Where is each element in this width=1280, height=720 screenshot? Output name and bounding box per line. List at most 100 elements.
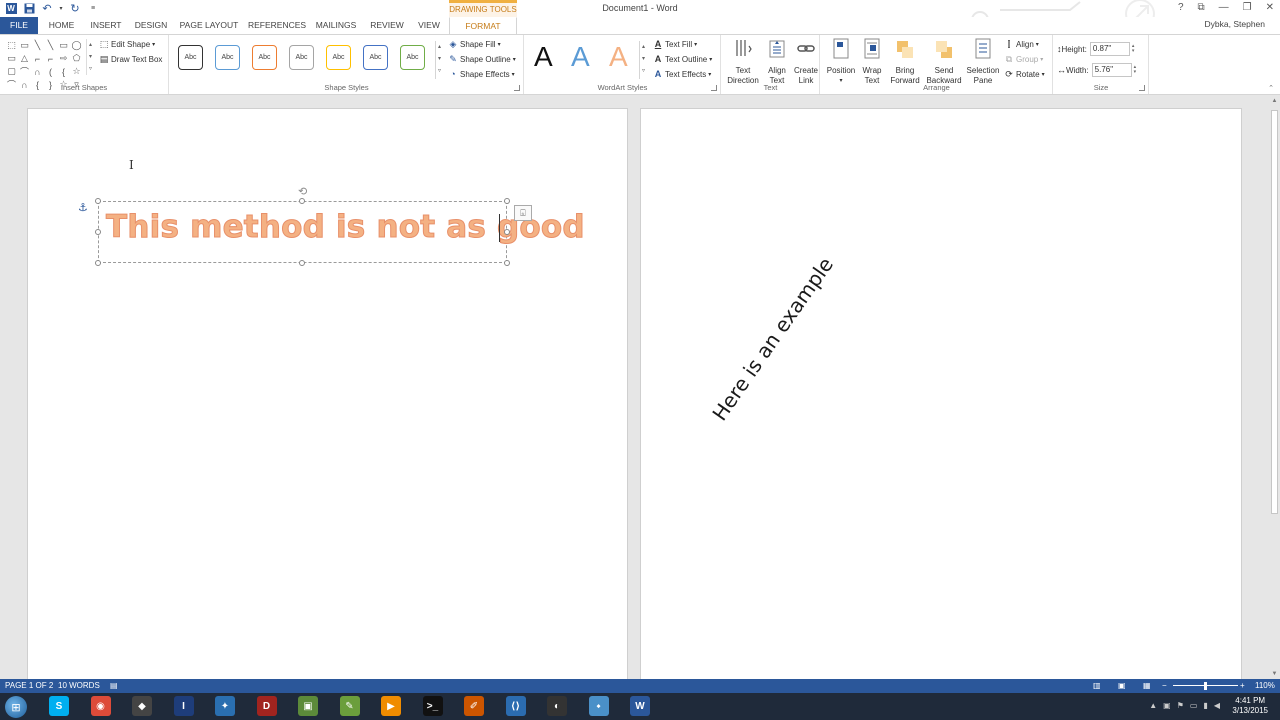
read-mode-icon[interactable]: ▥ (1093, 681, 1101, 690)
taskbar-app-icon[interactable]: ◆ (132, 696, 152, 716)
wordart-style-3[interactable]: A (609, 41, 628, 73)
minimize-icon[interactable]: — (1219, 2, 1229, 13)
tray-app-icon[interactable]: ▣ (1163, 701, 1171, 710)
taskbar-media-icon[interactable]: ▶ (381, 696, 401, 716)
shape-item[interactable]: ⬠ (70, 52, 83, 65)
align-button[interactable]: ⫿ Align ▾ (1004, 38, 1039, 50)
edit-shape-button[interactable]: ⬚ Edit Shape ▾ (99, 38, 155, 50)
tab-review[interactable]: REVIEW (366, 17, 408, 34)
resize-handle-sw[interactable] (95, 260, 101, 266)
clock[interactable]: 4:41 PM 3/13/2015 (1232, 696, 1268, 716)
shape-item[interactable]: ◯ (70, 39, 83, 52)
text-effects-button[interactable]: A Text Effects ▾ (653, 68, 711, 80)
shape-style-swatch[interactable]: Abc (215, 45, 240, 70)
resize-handle-e[interactable] (504, 229, 510, 235)
print-layout-icon[interactable]: ▣ (1118, 681, 1126, 690)
text-outline-button[interactable]: A Text Outline ▾ (653, 53, 713, 65)
shape-item[interactable]: ▭ (5, 52, 18, 65)
shape-item[interactable]: ▭ (57, 39, 70, 52)
taskbar-app-icon[interactable]: I (173, 696, 194, 716)
group-button[interactable]: ⧉ Group ▾ (1004, 53, 1043, 65)
web-layout-icon[interactable]: ▦ (1143, 681, 1151, 690)
wordart-style-2[interactable]: A (571, 41, 590, 73)
shape-item[interactable]: { (57, 65, 70, 78)
shape-item[interactable]: ⌐ (44, 52, 57, 65)
page-2[interactable]: Here is an example (640, 108, 1242, 688)
tab-home[interactable]: HOME (44, 17, 79, 34)
wordart-text-box[interactable]: ⟲ This method is not as good (95, 186, 585, 266)
rotated-text[interactable]: Here is an example (707, 253, 838, 425)
scrollbar-thumb[interactable] (1271, 110, 1278, 514)
tab-mailings[interactable]: MAILINGS (312, 17, 360, 34)
help-icon[interactable]: ? (1178, 2, 1184, 13)
text-fill-button[interactable]: A Text Fill ▾ (653, 38, 697, 50)
width-input[interactable]: 5.76" (1091, 63, 1132, 77)
shape-styles-gallery-scroll[interactable]: ▴ ▾ ▿ (435, 41, 443, 79)
collapse-ribbon-icon[interactable]: ⌃ (1268, 84, 1274, 92)
zoom-in-icon[interactable]: + (1240, 681, 1245, 690)
taskbar-editor-icon[interactable]: ✐ (464, 696, 484, 716)
dialog-launcher-icon[interactable] (514, 85, 520, 91)
resize-handle-ne[interactable] (504, 198, 510, 204)
proofing-icon[interactable]: ▤ (110, 681, 118, 690)
shape-style-swatch[interactable]: Abc (252, 45, 277, 70)
shape-effects-button[interactable]: ◔ Shape Effects ▾ (448, 68, 514, 80)
taskbar-cmd-icon[interactable]: >_ (422, 696, 443, 716)
shape-item[interactable]: ⇨ (57, 52, 70, 65)
wordart-style-1[interactable]: A (534, 41, 553, 73)
taskbar-dota-icon[interactable]: D (256, 696, 277, 716)
selection-pane-button[interactable]: Selection Pane (965, 38, 1001, 86)
shape-item[interactable]: ⬚ (5, 39, 18, 52)
width-spinner[interactable]: ▴ ▾ (1134, 65, 1137, 75)
dialog-launcher-icon[interactable] (711, 85, 717, 91)
scroll-up-icon[interactable]: ▲ (1269, 98, 1280, 104)
vertical-scrollbar[interactable]: ▲ ▼ (1269, 96, 1280, 679)
shape-style-swatch[interactable]: Abc (400, 45, 425, 70)
user-account[interactable]: Dybka, Stephen (1205, 19, 1265, 29)
page-count[interactable]: PAGE 1 OF 2 (5, 681, 53, 690)
shape-item[interactable]: ▭ (18, 39, 31, 52)
taskbar-notepad-icon[interactable]: ✎ (339, 696, 360, 716)
resize-handle-w[interactable] (95, 229, 101, 235)
resize-handle-n[interactable] (299, 198, 305, 204)
height-spinner[interactable]: ▴ ▾ (1132, 44, 1135, 54)
shape-style-swatch[interactable]: Abc (178, 45, 203, 70)
tab-file[interactable]: FILE (0, 17, 38, 34)
tab-view[interactable]: VIEW (414, 17, 444, 34)
signal-icon[interactable]: ▮ (1203, 701, 1207, 710)
tab-page-layout[interactable]: PAGE LAYOUT (176, 17, 242, 34)
dialog-launcher-icon[interactable] (1139, 85, 1145, 91)
draw-text-box-button[interactable]: ▤ Draw Text Box (99, 53, 163, 65)
resize-handle-se[interactable] (504, 260, 510, 266)
rotate-handle-icon[interactable]: ⟲ (298, 185, 307, 198)
tab-insert[interactable]: INSERT (86, 17, 126, 34)
wordart-gallery-scroll[interactable]: ▴ ▾ ▿ (639, 41, 647, 79)
network-icon[interactable]: ▭ (1190, 701, 1198, 710)
taskbar-word-icon[interactable]: W (630, 696, 650, 716)
shape-style-swatch[interactable]: Abc (363, 45, 388, 70)
tab-references[interactable]: REFERENCES (248, 17, 306, 34)
height-input[interactable]: 0.87" (1089, 42, 1130, 56)
position-button[interactable]: Position ▾ (825, 38, 857, 86)
ribbon-display-options-icon[interactable]: ⧉ (1198, 2, 1205, 13)
shape-style-swatch[interactable]: Abc (289, 45, 314, 70)
shape-item[interactable]: ( (44, 65, 57, 78)
wordart-text[interactable]: This method is not as good (106, 209, 586, 246)
tray-expand-icon[interactable]: ▲ (1149, 701, 1157, 710)
taskbar-minecraft-icon[interactable]: ▣ (298, 696, 318, 716)
text-direction-button[interactable]: Text Direction (725, 38, 761, 86)
shapes-gallery-scroll[interactable]: ▴ ▾ ▿ (86, 39, 94, 75)
page-1[interactable]: I ⚓ ⟲ This method is not as good ⌺ (27, 108, 628, 688)
shape-fill-button[interactable]: ◈ Shape Fill ▾ (448, 38, 501, 50)
zoom-out-icon[interactable]: − (1162, 681, 1167, 690)
flag-icon[interactable]: ⚑ (1177, 701, 1184, 710)
send-backward-button[interactable]: Send Backward (925, 38, 963, 86)
wrap-text-button[interactable]: Wrap Text (859, 38, 885, 86)
layout-options-icon[interactable]: ⌺ (514, 205, 532, 221)
taskbar-app-icon[interactable]: ✦ (215, 696, 235, 716)
taskbar-skype-icon[interactable]: S (49, 696, 69, 716)
taskbar-vs-icon[interactable]: ⟨⟩ (505, 696, 526, 716)
shape-outline-button[interactable]: ✎ Shape Outline ▾ (448, 53, 516, 65)
word-count[interactable]: 10 WORDS (58, 681, 100, 690)
shape-item[interactable]: ⌐ (31, 52, 44, 65)
